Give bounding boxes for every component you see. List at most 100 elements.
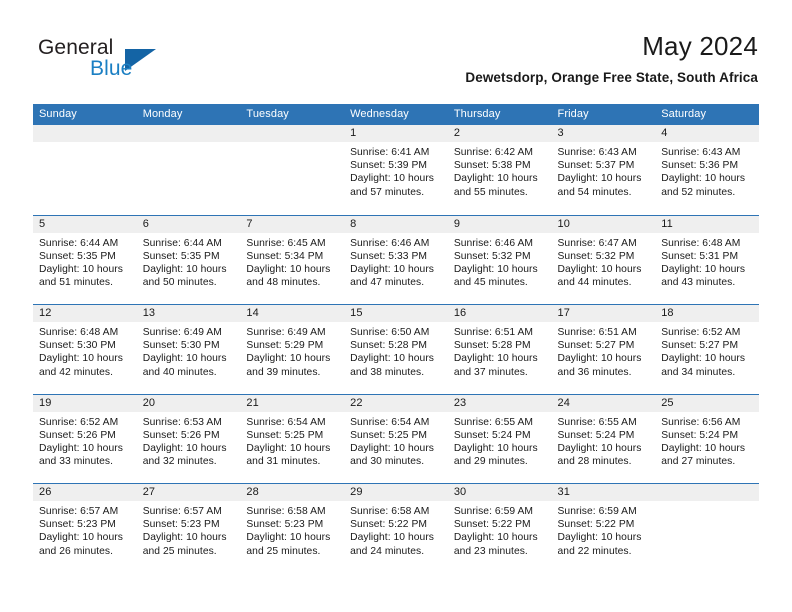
day-number: [136, 125, 241, 142]
daylight-text-line1: Daylight: 10 hours: [453, 263, 538, 275]
calendar-day-cell[interactable]: 28 Sunrise: 6:58 AM Sunset: 5:23 PM Dayligh…: [240, 484, 345, 573]
calendar-day-cell[interactable]: 21 Sunrise: 6:54 AM Sunset: 5:25 PM Dayligh…: [240, 394, 345, 483]
sunrise-text: Sunrise: 6:59 AM: [453, 506, 534, 517]
calendar-day-cell[interactable]: 13 Sunrise: 6:49 AM Sunset: 5:30 PM Dayligh…: [136, 305, 241, 394]
daylight-text-line1: Daylight: 10 hours: [142, 263, 227, 275]
sunset-text: Sunset: 5:27 PM: [557, 340, 635, 352]
calendar-week-row: 26 Sunrise: 6:57 AM Sunset: 5:23 PM Dayligh…: [33, 483, 759, 573]
calendar-week-row: 19 Sunrise: 6:52 AM Sunset: 5:26 PM Dayligh…: [33, 393, 759, 483]
day-details: Sunrise: 6:51 AM Sunset: 5:27 PM Daylight:…: [552, 322, 656, 379]
calendar-day-cell[interactable]: 7 Sunrise: 6:45 AM Sunset: 5:34 PM Daylight…: [240, 215, 345, 304]
calendar-day-cell[interactable]: 22 Sunrise: 6:54 AM Sunset: 5:25 PM Dayligh…: [344, 394, 448, 483]
sunset-text: Sunset: 5:24 PM: [557, 429, 635, 441]
calendar-day-cell[interactable]: 6 Sunrise: 6:44 AM Sunset: 5:35 PM Daylight…: [136, 215, 241, 304]
calendar-day-cell[interactable]: 23 Sunrise: 6:55 AM Sunset: 5:24 PM Dayligh…: [447, 394, 552, 483]
brand-logo[interactable]: General Blue: [33, 36, 223, 86]
calendar-day-cell[interactable]: 10 Sunrise: 6:47 AM Sunset: 5:32 PM Dayligh…: [551, 215, 656, 304]
day-details: Sunrise: 6:47 AM Sunset: 5:32 PM Daylight:…: [552, 233, 656, 290]
calendar-day-cell[interactable]: 14 Sunrise: 6:49 AM Sunset: 5:29 PM Dayligh…: [240, 305, 345, 394]
sunrise-text: Sunrise: 6:55 AM: [557, 416, 637, 428]
day-details: Sunrise: 6:58 AM Sunset: 5:22 PM Daylight:…: [344, 501, 448, 558]
calendar-week-row: 12 Sunrise: 6:48 AM Sunset: 5:30 PM Dayligh…: [33, 304, 759, 394]
sunset-text: Sunset: 5:32 PM: [557, 250, 635, 262]
calendar-day-cell-empty: [33, 125, 137, 215]
daylight-text-line1: Daylight: 10 hours: [350, 353, 435, 365]
sunrise-text: Sunrise: 6:48 AM: [39, 327, 119, 338]
daylight-text-line2: and 30 minutes.: [350, 456, 425, 468]
sunset-text: Sunset: 5:25 PM: [350, 429, 427, 441]
calendar-weeks: 1 Sunrise: 6:41 AM Sunset: 5:39 PM Daylight…: [33, 125, 759, 573]
daylight-text-line1: Daylight: 10 hours: [246, 263, 331, 275]
sunrise-text: Sunrise: 6:50 AM: [350, 327, 430, 338]
day-details: Sunrise: 6:48 AM Sunset: 5:30 PM Daylight:…: [33, 322, 137, 379]
sunset-text: Sunset: 5:38 PM: [453, 160, 531, 172]
sunset-text: Sunset: 5:31 PM: [661, 250, 739, 262]
calendar-day-cell[interactable]: 16 Sunrise: 6:51 AM Sunset: 5:28 PM Dayligh…: [447, 305, 552, 394]
day-details: Sunrise: 6:44 AM Sunset: 5:35 PM Daylight:…: [137, 233, 241, 290]
day-details: Sunrise: 6:52 AM Sunset: 5:27 PM Daylight:…: [655, 322, 759, 379]
daylight-text-line1: Daylight: 10 hours: [246, 353, 331, 365]
sunrise-text: Sunrise: 6:57 AM: [39, 506, 119, 517]
calendar-day-cell[interactable]: 15 Sunrise: 6:50 AM Sunset: 5:28 PM Dayligh…: [344, 305, 448, 394]
calendar-day-cell[interactable]: 30 Sunrise: 6:59 AM Sunset: 5:22 PM Dayligh…: [447, 484, 552, 573]
sunrise-text: Sunrise: 6:44 AM: [142, 237, 222, 249]
calendar-day-cell[interactable]: 18 Sunrise: 6:52 AM Sunset: 5:27 PM Dayligh…: [655, 305, 759, 394]
day-number: 4: [655, 125, 759, 142]
daylight-text-line2: and 38 minutes.: [350, 366, 425, 378]
calendar-day-cell[interactable]: 8 Sunrise: 6:46 AM Sunset: 5:33 PM Daylight…: [344, 215, 448, 304]
day-number: 15: [344, 305, 448, 322]
day-number: 14: [240, 305, 345, 322]
daylight-text-line2: and 45 minutes.: [453, 277, 528, 289]
calendar-day-cell[interactable]: 26 Sunrise: 6:57 AM Sunset: 5:23 PM Dayligh…: [33, 484, 137, 573]
day-number: 28: [240, 484, 345, 501]
daylight-text-line1: Daylight: 10 hours: [557, 442, 642, 454]
calendar-day-cell[interactable]: 27 Sunrise: 6:57 AM Sunset: 5:23 PM Dayligh…: [136, 484, 241, 573]
day-details: Sunrise: 6:54 AM Sunset: 5:25 PM Daylight:…: [344, 412, 448, 469]
day-details: Sunrise: 6:46 AM Sunset: 5:32 PM Daylight:…: [448, 233, 552, 290]
day-number: 20: [136, 394, 241, 412]
daylight-text-line2: and 57 minutes.: [350, 186, 425, 198]
sunrise-text: Sunrise: 6:49 AM: [246, 327, 326, 338]
day-details: Sunrise: 6:50 AM Sunset: 5:28 PM Daylight:…: [344, 322, 448, 379]
calendar-day-cell[interactable]: 24 Sunrise: 6:55 AM Sunset: 5:24 PM Dayligh…: [551, 394, 656, 483]
day-number: 29: [344, 484, 448, 501]
day-details: Sunrise: 6:42 AM Sunset: 5:38 PM Daylight:…: [448, 142, 552, 199]
calendar-day-cell[interactable]: 12 Sunrise: 6:48 AM Sunset: 5:30 PM Dayligh…: [33, 305, 137, 394]
daylight-text-line2: and 48 minutes.: [246, 277, 321, 289]
day-number: 23: [447, 394, 552, 412]
sunset-text: Sunset: 5:34 PM: [246, 250, 324, 262]
day-details: Sunrise: 6:58 AM Sunset: 5:23 PM Daylight:…: [240, 501, 344, 558]
weekday-header-sunday: Sunday: [39, 108, 77, 120]
sunrise-text: Sunrise: 6:41 AM: [350, 147, 430, 158]
sunrise-text: Sunrise: 6:47 AM: [557, 237, 637, 249]
calendar-day-cell[interactable]: 2 Sunrise: 6:42 AM Sunset: 5:38 PM Daylight…: [447, 125, 552, 215]
page-title: May 2024: [642, 31, 758, 61]
sunset-text: Sunset: 5:27 PM: [661, 340, 739, 352]
calendar-day-cell[interactable]: 25 Sunrise: 6:56 AM Sunset: 5:24 PM Dayligh…: [655, 394, 759, 483]
calendar-day-cell[interactable]: 19 Sunrise: 6:52 AM Sunset: 5:26 PM Dayligh…: [33, 394, 137, 483]
calendar-day-cell[interactable]: 5 Sunrise: 6:44 AM Sunset: 5:35 PM Daylight…: [33, 215, 137, 304]
calendar-day-cell[interactable]: 9 Sunrise: 6:46 AM Sunset: 5:32 PM Daylight…: [447, 215, 552, 304]
daylight-text-line1: Daylight: 10 hours: [453, 442, 538, 454]
daylight-text-line1: Daylight: 10 hours: [142, 442, 227, 454]
sunset-text: Sunset: 5:29 PM: [246, 340, 324, 352]
daylight-text-line1: Daylight: 10 hours: [661, 442, 746, 454]
calendar-day-cell[interactable]: 3 Sunrise: 6:43 AM Sunset: 5:37 PM Daylight…: [551, 125, 656, 215]
calendar-day-cell[interactable]: 31 Sunrise: 6:59 AM Sunset: 5:22 PM Dayligh…: [551, 484, 656, 573]
daylight-text-line1: Daylight: 10 hours: [350, 263, 435, 275]
daylight-text-line2: and 26 minutes.: [39, 545, 114, 557]
calendar-day-cell[interactable]: 4 Sunrise: 6:43 AM Sunset: 5:36 PM Daylight…: [655, 125, 759, 215]
sunset-text: Sunset: 5:35 PM: [142, 250, 220, 262]
calendar-day-cell[interactable]: 20 Sunrise: 6:53 AM Sunset: 5:26 PM Dayligh…: [136, 394, 241, 483]
day-number: [655, 484, 759, 501]
calendar-week-row: 1 Sunrise: 6:41 AM Sunset: 5:39 PM Daylight…: [33, 125, 759, 215]
calendar-day-cell[interactable]: 29 Sunrise: 6:58 AM Sunset: 5:22 PM Dayligh…: [344, 484, 448, 573]
day-number: 30: [447, 484, 552, 501]
calendar-day-cell[interactable]: 17 Sunrise: 6:51 AM Sunset: 5:27 PM Dayligh…: [551, 305, 656, 394]
calendar-day-cell[interactable]: 1 Sunrise: 6:41 AM Sunset: 5:39 PM Daylight…: [344, 125, 448, 215]
day-number: 10: [551, 215, 656, 233]
daylight-text-line2: and 36 minutes.: [557, 366, 632, 378]
daylight-text-line2: and 24 minutes.: [350, 545, 425, 557]
calendar-day-cell[interactable]: 11 Sunrise: 6:48 AM Sunset: 5:31 PM Dayligh…: [655, 215, 759, 304]
day-number: [240, 125, 345, 142]
